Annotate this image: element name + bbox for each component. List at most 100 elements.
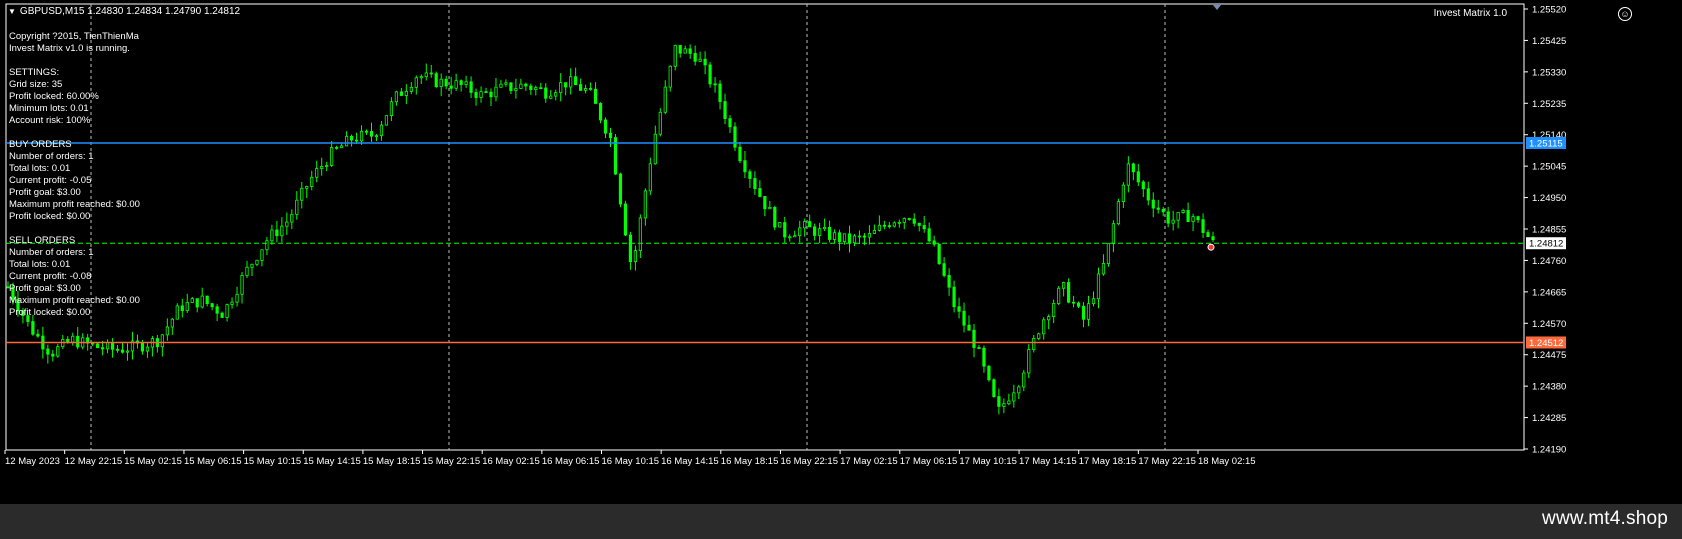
plot-border	[5, 3, 1525, 451]
expert-advisor-label[interactable]: Invest Matrix 1.0	[1434, 8, 1507, 19]
info-line	[9, 127, 140, 139]
candle-body	[374, 135, 379, 138]
candle-body	[509, 82, 513, 91]
chart-shift-icon[interactable]	[1213, 5, 1221, 10]
candle-body	[484, 91, 488, 94]
price-chart[interactable]: 1.255201.254251.253301.252351.251401.250…	[0, 0, 1682, 504]
candle-body	[1111, 223, 1116, 244]
candle-body	[658, 111, 662, 135]
candle-body	[857, 235, 862, 238]
info-line: Total lots: 0.01	[9, 259, 71, 270]
chart-window[interactable]: 1.25520 1.25425 1.25330 1.25235 1.25140 1.250…	[0, 0, 1682, 504]
candle-body	[56, 346, 60, 357]
price-tick-label: 1.24570	[1532, 319, 1566, 330]
time-tick-label: 15 May 02:15	[124, 456, 182, 467]
candle-body	[593, 88, 598, 104]
candle-body	[877, 224, 881, 231]
candle-body	[295, 199, 299, 215]
time-tick-label: 15 May 18:15	[363, 456, 421, 467]
candle-body	[255, 259, 259, 265]
candle-body	[952, 286, 956, 308]
candle-body	[479, 91, 483, 98]
candle-body	[1081, 305, 1086, 320]
candle-body	[832, 232, 837, 240]
candle-body	[280, 225, 284, 237]
candle-body	[618, 173, 623, 205]
candle-body	[240, 275, 244, 295]
candle-body	[847, 233, 852, 244]
candle-body	[997, 396, 1001, 407]
candle-body	[738, 146, 742, 162]
candle-body	[359, 130, 364, 142]
candle-body	[190, 298, 194, 303]
candle-body	[394, 91, 398, 103]
candle-body	[897, 221, 901, 224]
candle-body	[584, 88, 588, 91]
candle-body	[544, 87, 548, 99]
info-line: Profit locked: $0.00	[9, 307, 91, 318]
candle-body	[907, 218, 911, 220]
candle-body	[165, 326, 169, 336]
candle-body	[763, 196, 767, 210]
candle-body	[200, 295, 204, 308]
candle-body	[1037, 333, 1041, 339]
candle-body	[603, 119, 608, 134]
candle-body	[46, 348, 50, 355]
candle-body	[932, 240, 936, 245]
candle-body	[579, 84, 583, 91]
candle-body	[205, 295, 209, 304]
candle-body	[424, 72, 428, 78]
time-tick-label: 16 May 22:15	[780, 456, 838, 467]
candle-body	[1176, 212, 1180, 221]
candle-body	[887, 225, 891, 228]
candle-body	[1002, 403, 1006, 407]
time-tick-label: 17 May 10:15	[959, 456, 1017, 467]
candle-body	[942, 263, 946, 276]
price-tick-label: 1.24855	[1532, 225, 1566, 236]
candle-body	[1181, 210, 1185, 213]
candle-body	[1047, 316, 1051, 321]
candle-body	[275, 229, 279, 237]
candle-body	[1027, 349, 1031, 374]
candle-body	[1121, 184, 1125, 203]
candle-body	[340, 145, 344, 149]
candle-body	[260, 249, 264, 261]
candle-body	[290, 213, 294, 223]
candle-body	[300, 187, 304, 201]
candle-body	[628, 234, 633, 263]
caret-down-icon[interactable]: ▼	[8, 7, 16, 16]
candle-body	[220, 312, 224, 318]
candle-body	[524, 83, 528, 87]
candle-body	[459, 80, 463, 85]
time-tick-label: 16 May 10:15	[602, 456, 660, 467]
candle-body	[514, 88, 518, 91]
candle-body	[1101, 263, 1106, 275]
price-marker-label: 1.24812	[1529, 239, 1563, 250]
candle-body	[688, 48, 692, 54]
candle-body	[125, 350, 130, 353]
time-tick-label: 15 May 10:15	[244, 456, 302, 467]
candle-body	[1211, 236, 1215, 241]
watermark-text: www.mt4.shop	[1542, 508, 1668, 529]
smiley-icon[interactable]: ☺	[1618, 7, 1632, 21]
candle-body	[559, 82, 563, 94]
info-line: Profit locked: 60.00%	[9, 91, 99, 102]
candle-body	[384, 115, 389, 126]
candle-body	[803, 221, 807, 229]
candle-body	[922, 225, 926, 230]
candle-body	[1166, 211, 1170, 224]
candle-body	[768, 207, 772, 210]
candle-body	[180, 305, 184, 312]
candle-body	[623, 203, 628, 236]
candle-body	[51, 353, 55, 357]
candle-body	[325, 165, 329, 167]
candle-body	[1171, 219, 1175, 224]
candle-body	[1032, 337, 1036, 350]
candle-body	[389, 101, 394, 117]
info-line: Current profit: -0.05	[9, 175, 92, 186]
candle-body	[1136, 171, 1140, 183]
candle-body	[947, 275, 951, 288]
candle-body	[335, 146, 339, 149]
candle-body	[852, 235, 857, 244]
info-line: Number of orders: 1	[9, 247, 94, 258]
